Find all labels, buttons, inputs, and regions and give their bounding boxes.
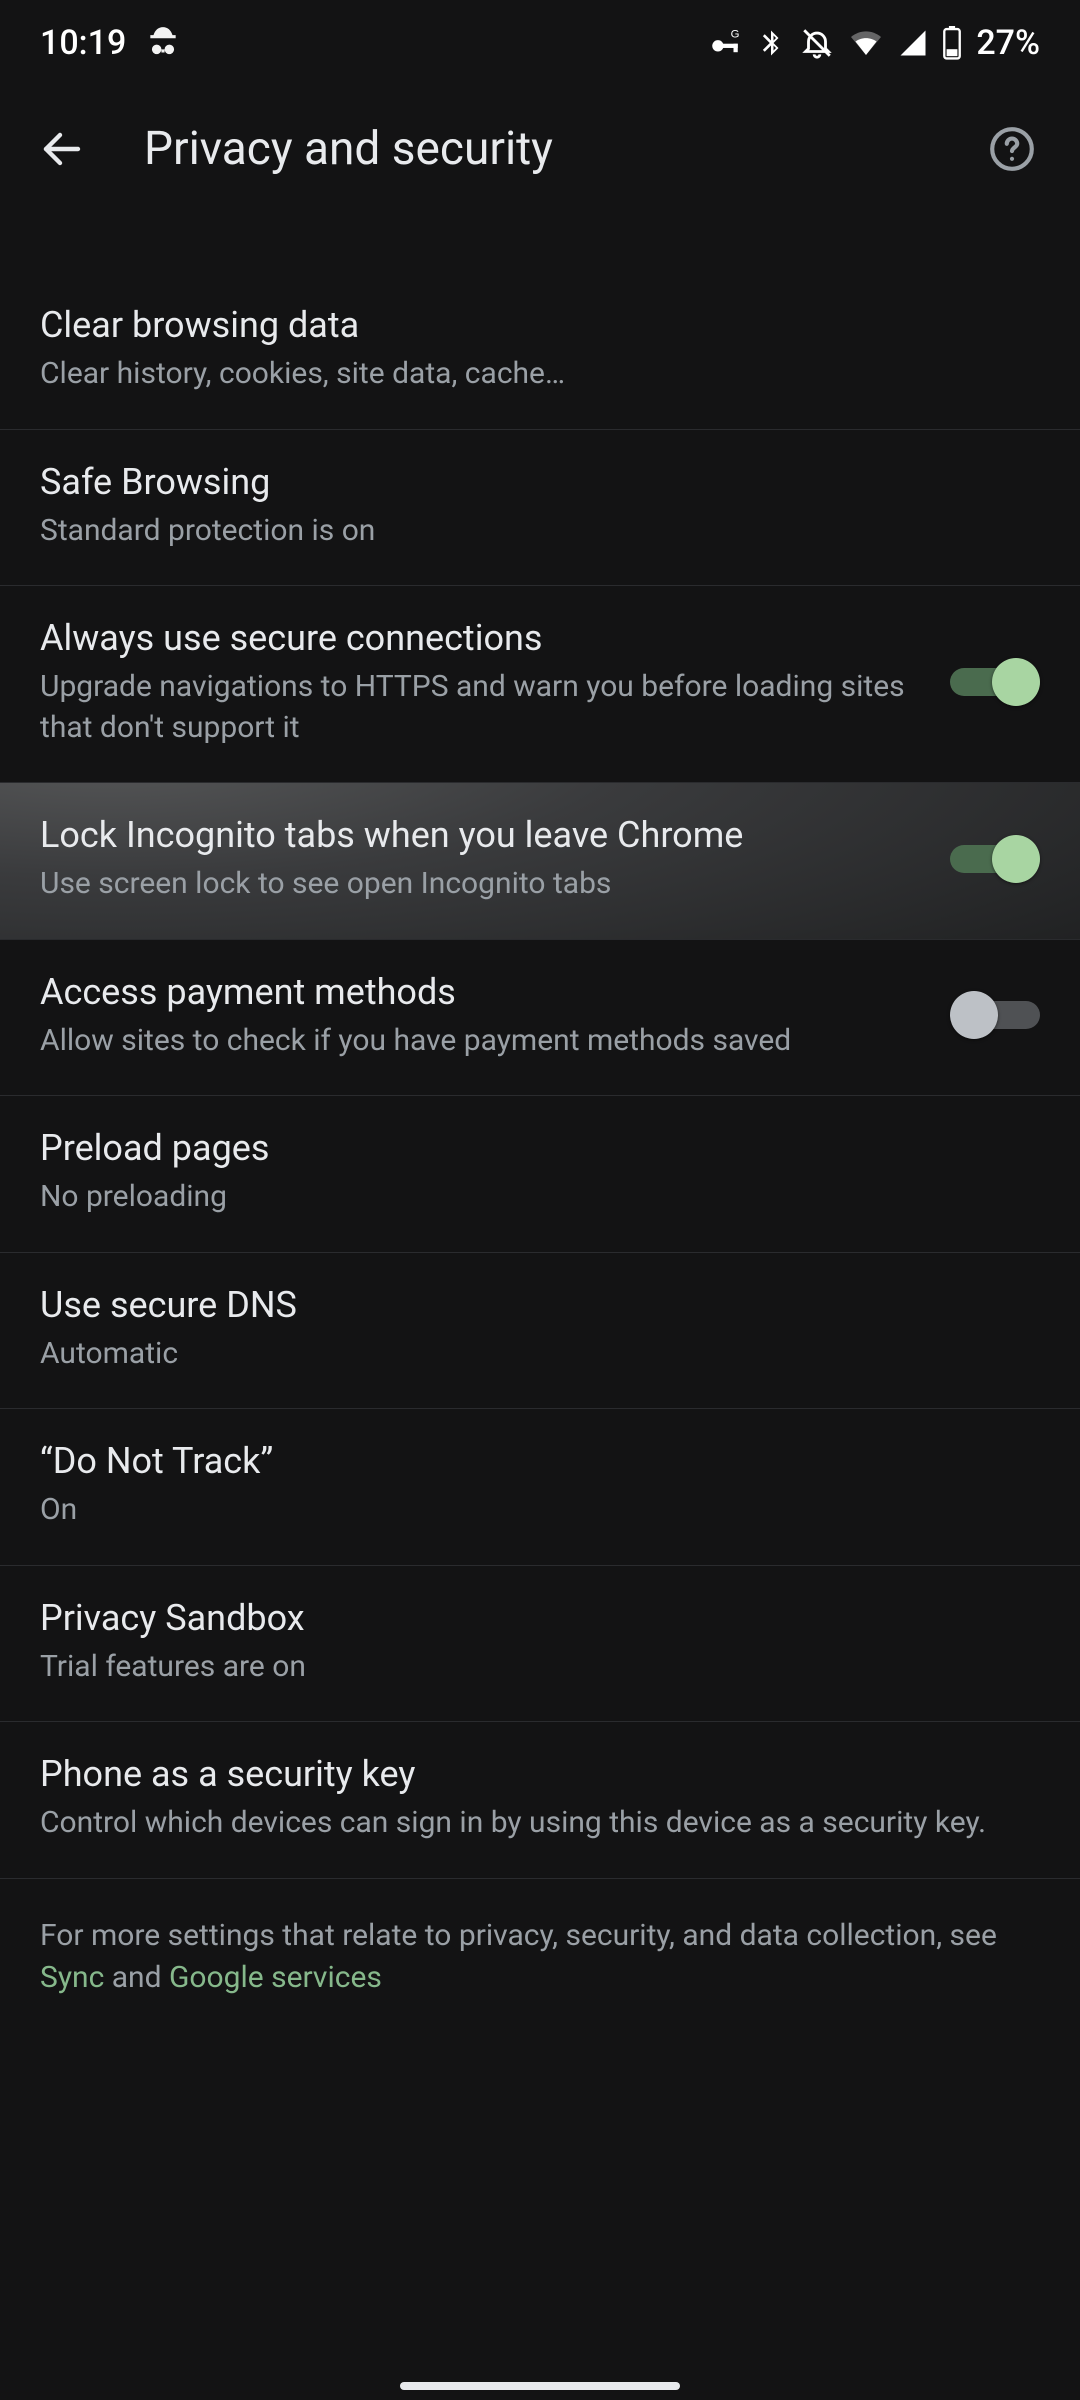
item-preload-pages[interactable]: Preload pages No preloading xyxy=(0,1096,1080,1253)
toggle-payment-methods[interactable] xyxy=(950,991,1040,1039)
item-title: Access payment methods xyxy=(40,970,926,1015)
toggle-lock-incognito[interactable] xyxy=(950,835,1040,883)
item-safe-browsing[interactable]: Safe Browsing Standard protection is on xyxy=(0,430,1080,587)
item-subtitle: Trial features are on xyxy=(40,1647,1040,1688)
item-subtitle: Allow sites to check if you have payment… xyxy=(40,1021,926,1062)
item-title: Always use secure connections xyxy=(40,616,926,661)
battery-icon xyxy=(942,26,962,60)
link-google-services[interactable]: Google services xyxy=(169,1960,382,1995)
footer-text-mid: and xyxy=(104,1960,169,1995)
back-button[interactable] xyxy=(30,117,94,181)
item-secure-connections[interactable]: Always use secure connections Upgrade na… xyxy=(0,586,1080,783)
footer-note: For more settings that relate to privacy… xyxy=(0,1879,1080,2035)
nav-pill-icon xyxy=(400,2382,680,2390)
item-subtitle: On xyxy=(40,1490,1040,1531)
item-subtitle: Standard protection is on xyxy=(40,511,1040,552)
page-title: Privacy and security xyxy=(94,122,984,176)
item-secure-dns[interactable]: Use secure DNS Automatic xyxy=(0,1253,1080,1410)
clock: 10:19 xyxy=(40,23,126,63)
gesture-nav-bar[interactable] xyxy=(0,2382,1080,2390)
item-privacy-sandbox[interactable]: Privacy Sandbox Trial features are on xyxy=(0,1566,1080,1723)
incognito-icon xyxy=(144,24,182,62)
item-phone-security-key[interactable]: Phone as a security key Control which de… xyxy=(0,1722,1080,1879)
item-title: Privacy Sandbox xyxy=(40,1596,1040,1641)
item-payment-methods[interactable]: Access payment methods Allow sites to ch… xyxy=(0,940,1080,1097)
link-sync[interactable]: Sync xyxy=(40,1960,104,1995)
item-lock-incognito[interactable]: Lock Incognito tabs when you leave Chrom… xyxy=(0,783,1080,940)
item-title: Clear browsing data xyxy=(40,303,1040,348)
item-subtitle: Clear history, cookies, site data, cache… xyxy=(40,354,1040,395)
app-bar: Privacy and security xyxy=(0,85,1080,213)
item-subtitle: Control which devices can sign in by usi… xyxy=(40,1803,1040,1844)
item-subtitle: Upgrade navigations to HTTPS and warn yo… xyxy=(40,667,926,748)
item-subtitle: No preloading xyxy=(40,1177,1040,1218)
item-do-not-track[interactable]: “Do Not Track” On xyxy=(0,1409,1080,1566)
svg-text:G: G xyxy=(731,28,740,40)
item-title: “Do Not Track” xyxy=(40,1439,1040,1484)
help-button[interactable] xyxy=(984,121,1040,177)
vpn-key-icon: G xyxy=(708,26,742,60)
status-bar-right: G 27% xyxy=(708,23,1040,63)
help-icon xyxy=(987,124,1037,174)
item-clear-browsing-data[interactable]: Clear browsing data Clear history, cooki… xyxy=(0,273,1080,430)
bluetooth-icon xyxy=(756,26,786,60)
item-title: Safe Browsing xyxy=(40,460,1040,505)
battery-text: 27% xyxy=(976,23,1040,63)
wifi-icon xyxy=(848,28,884,58)
toggle-secure-connections[interactable] xyxy=(950,658,1040,706)
status-bar-left: 10:19 xyxy=(40,23,182,63)
signal-icon xyxy=(898,28,928,58)
item-title: Phone as a security key xyxy=(40,1752,1040,1797)
settings-list: Clear browsing data Clear history, cooki… xyxy=(0,213,1080,2035)
item-subtitle: Use screen lock to see open Incognito ta… xyxy=(40,864,926,905)
item-subtitle: Automatic xyxy=(40,1334,1040,1375)
arrow-left-icon xyxy=(38,125,86,173)
item-title: Lock Incognito tabs when you leave Chrom… xyxy=(40,813,926,858)
footer-text: For more settings that relate to privacy… xyxy=(40,1918,997,1953)
item-title: Preload pages xyxy=(40,1126,1040,1171)
status-bar: 10:19 G 27% xyxy=(0,0,1080,85)
item-title: Use secure DNS xyxy=(40,1283,1040,1328)
dnd-off-icon xyxy=(800,26,834,60)
